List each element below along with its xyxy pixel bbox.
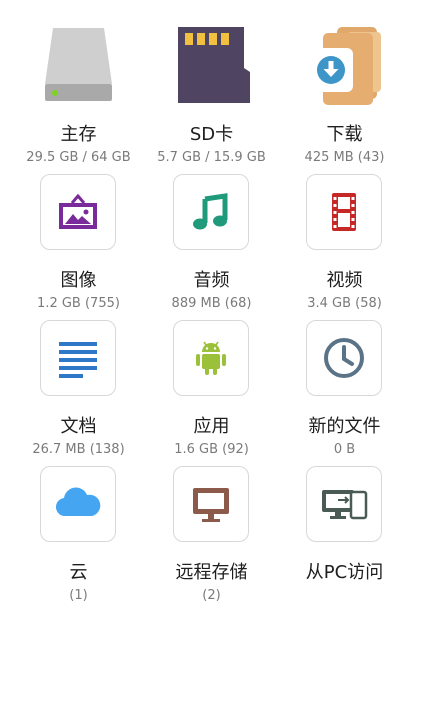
storage-item-images[interactable]: 图像 1.2 GB (755) <box>8 168 149 314</box>
film-icon <box>322 190 366 234</box>
cloud-tile <box>40 466 116 542</box>
image-icon <box>56 190 100 234</box>
image-tile <box>40 174 116 250</box>
item-label: 音频 <box>193 270 230 291</box>
document-lines-icon <box>56 336 100 380</box>
item-detail: 1.6 GB (92) <box>174 442 249 457</box>
item-detail: 0 B <box>333 442 356 457</box>
item-label: 下载 <box>326 124 363 145</box>
new-files-tile <box>306 320 382 396</box>
item-label: SD卡 <box>189 124 234 145</box>
storage-item-apps[interactable]: 应用 1.6 GB (92) <box>141 314 282 460</box>
item-label: 从PC访问 <box>305 562 384 583</box>
storage-item-remote[interactable]: 远程存储 (2) <box>141 460 282 606</box>
item-label: 文档 <box>60 416 97 437</box>
item-detail: 425 MB (43) <box>304 150 385 165</box>
item-label: 新的文件 <box>308 416 381 437</box>
storage-item-new-files[interactable]: 新的文件 0 B <box>274 314 415 460</box>
item-detail: 1.2 GB (755) <box>37 296 120 311</box>
video-tile <box>306 174 382 250</box>
download-folder-icon <box>297 22 392 108</box>
remote-tile <box>173 466 249 542</box>
android-icon <box>189 336 233 380</box>
item-label: 远程存储 <box>175 562 248 583</box>
storage-item-downloads[interactable]: 下载 425 MB (43) <box>274 22 415 168</box>
item-label: 应用 <box>193 416 230 437</box>
storage-item-video[interactable]: 视频 3.4 GB (58) <box>274 168 415 314</box>
item-detail: (2) <box>202 588 221 603</box>
item-detail: 29.5 GB / 64 GB <box>26 150 131 165</box>
item-label: 图像 <box>60 270 97 291</box>
item-detail: 5.7 GB / 15.9 GB <box>157 150 266 165</box>
item-detail: (1) <box>69 588 88 603</box>
audio-tile <box>173 174 249 250</box>
pc-access-tile <box>306 466 382 542</box>
item-detail: 26.7 MB (138) <box>32 442 125 457</box>
storage-item-documents[interactable]: 文档 26.7 MB (138) <box>8 314 149 460</box>
sd-card-icon <box>164 22 259 108</box>
storage-item-sd[interactable]: SD卡 5.7 GB / 15.9 GB <box>141 22 282 168</box>
item-label: 云 <box>69 562 88 583</box>
item-detail: 889 MB (68) <box>171 296 252 311</box>
item-detail: 3.4 GB (58) <box>307 296 382 311</box>
storage-item-main[interactable]: 主存 29.5 GB / 64 GB <box>8 22 149 168</box>
music-note-icon <box>189 190 233 234</box>
clock-icon <box>322 336 366 380</box>
item-label: 视频 <box>326 270 363 291</box>
hard-drive-icon <box>31 22 126 108</box>
storage-item-audio[interactable]: 音频 889 MB (68) <box>141 168 282 314</box>
storage-item-pc-access[interactable]: 从PC访问 <box>274 460 415 606</box>
monitor-icon <box>189 482 233 526</box>
item-label: 主存 <box>60 124 97 145</box>
documents-tile <box>40 320 116 396</box>
apps-tile <box>173 320 249 396</box>
cloud-icon <box>54 482 102 526</box>
storage-item-cloud[interactable]: 云 (1) <box>8 460 149 606</box>
pc-transfer-icon <box>320 482 368 526</box>
